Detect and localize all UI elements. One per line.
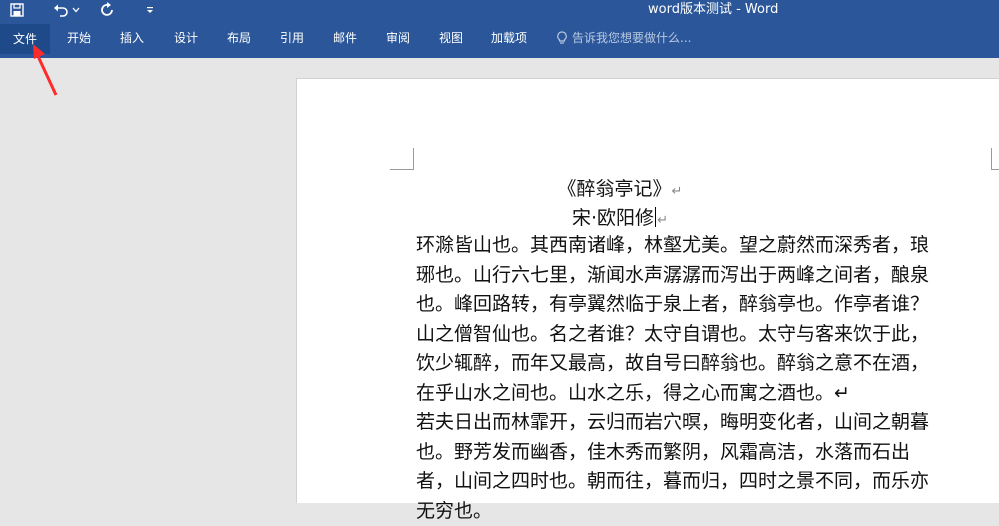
tab-layout[interactable]: 布局 — [227, 28, 251, 48]
crop-mark-top-right — [991, 148, 999, 170]
lightbulb-icon — [556, 31, 568, 45]
window-title: word版本测试 - Word — [0, 0, 999, 20]
body-line: 在乎山水之间也。山水之乐，得之心而寓之酒也。↵ — [416, 379, 996, 409]
paragraph-mark: ↵ — [672, 184, 683, 199]
document-body[interactable]: 环滁皆山也。其西南诸峰，林壑尤美。望之蔚然而深秀者，琅 琊也。山行六七里，渐闻水… — [416, 231, 996, 526]
document-title[interactable]: 《醉翁亭记》↵ — [390, 174, 850, 201]
title-bar: word版本测试 - Word — [0, 0, 999, 20]
ribbon: 文件 开始 插入 设计 布局 引用 邮件 审阅 视图 加载项 告诉我您想要做什么… — [0, 20, 999, 58]
tab-home[interactable]: 开始 — [67, 28, 91, 48]
window-title-text: word版本测试 - Word — [648, 0, 778, 20]
body-line: 山之僧智仙也。名之者谁？太守自谓也。太守与客来饮于此， — [416, 320, 996, 350]
tell-me-placeholder: 告诉我您想要做什么... — [572, 28, 691, 48]
body-line: 也。野芳发而幽香，佳木秀而繁阴，风霜高洁，水落而石出 — [416, 438, 996, 468]
body-line: 也。峰回路转，有亭翼然临于泉上者，醉翁亭也。作亭者谁？ — [416, 290, 996, 320]
tell-me-search[interactable]: 告诉我您想要做什么... — [556, 28, 691, 48]
paragraph-mark: ↵ — [657, 213, 668, 228]
body-line: 若夫日出而林霏开，云归而岩穴暝，晦明变化者，山间之朝暮 — [416, 408, 996, 438]
tab-references[interactable]: 引用 — [280, 28, 304, 48]
document-author[interactable]: 宋·欧阳修↵ — [390, 203, 850, 230]
text-cursor — [655, 207, 656, 227]
crop-mark-top-left — [390, 148, 414, 170]
body-line: 环滁皆山也。其西南诸峰，林壑尤美。望之蔚然而深秀者，琅 — [416, 231, 996, 261]
tab-design[interactable]: 设计 — [174, 28, 198, 48]
tab-review[interactable]: 审阅 — [386, 28, 410, 48]
workspace-background — [0, 58, 296, 503]
body-line: 饮少辄醉，而年又最高，故自号曰醉翁也。醉翁之意不在酒， — [416, 349, 996, 379]
document-title-text: 《醉翁亭记》 — [558, 178, 672, 200]
tab-addins[interactable]: 加载项 — [491, 28, 527, 48]
body-line: 琊也。山行六七里，渐闻水声潺潺而泻出于两峰之间者，酿泉 — [416, 261, 996, 291]
tab-insert[interactable]: 插入 — [120, 28, 144, 48]
arrow-shaft — [37, 54, 56, 95]
tab-mailings[interactable]: 邮件 — [333, 28, 357, 48]
body-line: 无穷也。 — [416, 497, 996, 526]
document-author-text: 宋·欧阳修 — [572, 207, 654, 229]
body-line: 者，山间之四时也。朝而往，暮而归，四时之景不同，而乐亦 — [416, 467, 996, 497]
annotation-arrow — [25, 40, 65, 100]
tab-view[interactable]: 视图 — [439, 28, 463, 48]
